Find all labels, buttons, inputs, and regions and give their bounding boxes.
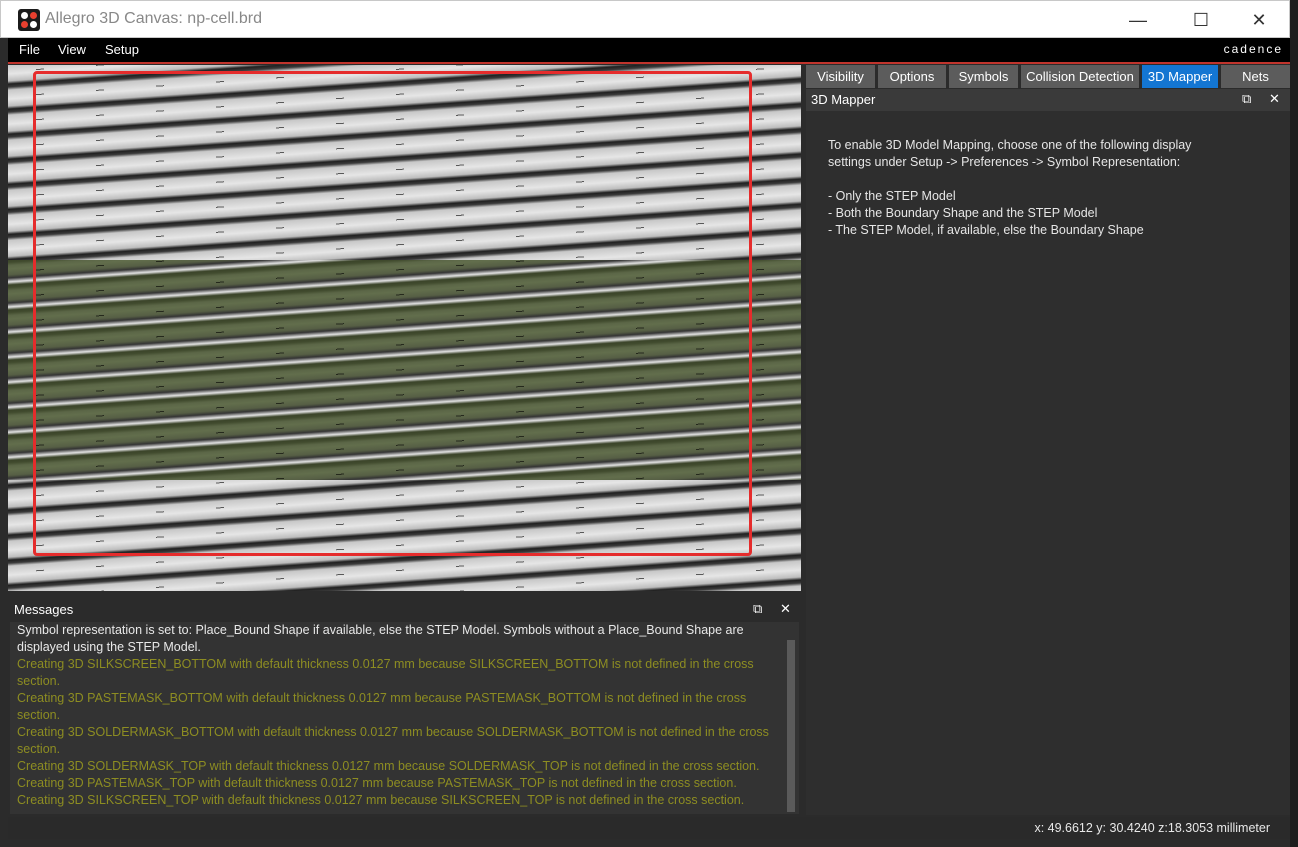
- close-window-button[interactable]: ✕: [1236, 3, 1282, 37]
- tab-nets[interactable]: Nets: [1221, 65, 1290, 88]
- menu-file[interactable]: File: [19, 42, 40, 57]
- cadence-logo: cadence: [1223, 42, 1283, 56]
- message-line: Creating 3D SOLDERMASK_TOP with default …: [17, 759, 760, 773]
- message-line: section.: [17, 708, 61, 722]
- coordinate-readout: x: 49.6612 y: 30.4240 z:18.3053 millimet…: [1034, 821, 1270, 835]
- message-line: Creating 3D SILKSCREEN_TOP with default …: [17, 793, 745, 807]
- app-window: Allegro 3D Canvas: np-cell.brd — ☐ ✕ Fil…: [0, 0, 1298, 847]
- message-line: Creating 3D SOLDERMASK_BOTTOM with defau…: [17, 725, 769, 739]
- message-line: Creating 3D PASTEMASK_TOP with default t…: [17, 776, 737, 790]
- tab-3d-mapper[interactable]: 3D Mapper: [1142, 65, 1218, 88]
- message-line: displayed using the STEP Model.: [17, 640, 201, 654]
- tab-symbols[interactable]: Symbols: [949, 65, 1018, 88]
- message-line: Creating 3D PASTEMASK_BOTTOM with defaul…: [17, 691, 747, 705]
- panel-tab-bar: Visibility Options Symbols Collision Det…: [806, 65, 1290, 88]
- mapper-panel-title: 3D Mapper: [811, 92, 876, 107]
- messages-scrollbar[interactable]: [787, 640, 795, 812]
- messages-header: Messages ⧉ ✕: [8, 599, 801, 621]
- close-panel-icon[interactable]: ✕: [1269, 91, 1280, 107]
- title-bar: Allegro 3D Canvas: np-cell.brd — ☐ ✕: [0, 0, 1290, 38]
- message-line: Creating 3D SILKSCREEN_BOTTOM with defau…: [17, 657, 754, 671]
- undock-icon[interactable]: ⧉: [1242, 91, 1251, 107]
- window-title: Allegro 3D Canvas: np-cell.brd: [45, 10, 262, 27]
- mapper-option-1: - Only the STEP Model: [828, 189, 956, 203]
- tab-options[interactable]: Options: [878, 65, 946, 88]
- mapper-panel-body: To enable 3D Model Mapping, choose one o…: [806, 111, 1290, 815]
- tab-visibility[interactable]: Visibility: [806, 65, 875, 88]
- mapper-panel-header: 3D Mapper ⧉ ✕: [806, 89, 1290, 111]
- menu-view[interactable]: View: [58, 42, 86, 57]
- tab-collision-detection[interactable]: Collision Detection: [1021, 65, 1139, 88]
- messages-log[interactable]: Symbol representation is set to: Place_B…: [10, 622, 799, 814]
- message-line: section.: [17, 742, 61, 756]
- close-messages-icon[interactable]: ✕: [780, 601, 791, 617]
- message-line: section.: [17, 674, 61, 688]
- allegro-app-icon: [18, 9, 40, 31]
- maximize-button[interactable]: ☐: [1178, 3, 1224, 37]
- mapper-option-3: - The STEP Model, if available, else the…: [828, 223, 1144, 237]
- message-line: Symbol representation is set to: Place_B…: [17, 623, 744, 637]
- minimize-button[interactable]: —: [1115, 3, 1161, 37]
- menu-divider: [8, 62, 1290, 64]
- undock-messages-icon[interactable]: ⧉: [753, 601, 762, 617]
- menu-setup[interactable]: Setup: [105, 42, 139, 57]
- mapper-intro-line1: To enable 3D Model Mapping, choose one o…: [828, 138, 1192, 152]
- mapper-option-2: - Both the Boundary Shape and the STEP M…: [828, 206, 1098, 220]
- 3d-canvas-viewport[interactable]: [8, 65, 801, 591]
- menu-bar: File View Setup cadence: [8, 38, 1290, 62]
- mapper-intro-line2: settings under Setup -> Preferences -> S…: [828, 155, 1181, 169]
- messages-title: Messages: [14, 602, 74, 617]
- status-bar: x: 49.6612 y: 30.4240 z:18.3053 millimet…: [8, 817, 1290, 839]
- highlight-box: [33, 71, 752, 556]
